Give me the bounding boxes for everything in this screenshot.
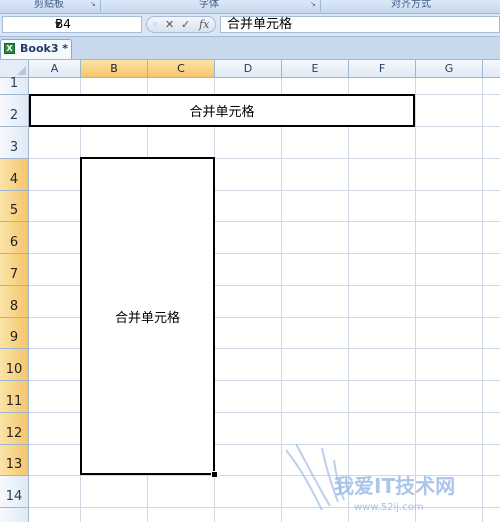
merged-cell-a2-f2[interactable]: 合并单元格: [29, 94, 415, 127]
column-header-b[interactable]: B: [81, 60, 148, 78]
insert-function-icon[interactable]: fx: [199, 17, 209, 32]
row-header-6[interactable]: 6: [0, 222, 29, 254]
column-header-d[interactable]: D: [215, 60, 282, 78]
column-header-h[interactable]: [483, 60, 500, 78]
ribbon-group-labels: 剪贴板 ↘ 字体 ↘ 对齐方式: [0, 0, 500, 14]
row-header-11[interactable]: 11: [0, 381, 29, 413]
ribbon-group-alignment: 对齐方式: [391, 0, 431, 10]
row-header-15[interactable]: [0, 508, 29, 522]
row-header-13[interactable]: 13: [0, 445, 29, 476]
formula-input[interactable]: 合并单元格: [220, 16, 500, 33]
row-header-2[interactable]: 2: [0, 95, 29, 127]
ribbon-group-clipboard: 剪贴板: [34, 0, 64, 10]
formula-bar: B4 ▼ ◦ ✕ ✓ fx 合并单元格: [0, 14, 500, 37]
column-header-a[interactable]: A: [29, 60, 81, 78]
font-launcher-icon[interactable]: ↘: [310, 1, 317, 8]
merged-cell-b4-c13[interactable]: 合并单元格: [80, 157, 215, 475]
enter-icon[interactable]: ✓: [181, 17, 190, 32]
row-header-9[interactable]: 9: [0, 318, 29, 349]
row-header-7[interactable]: 7: [0, 254, 29, 286]
row-header-5[interactable]: 5: [0, 191, 29, 222]
row-header-3[interactable]: 3: [0, 127, 29, 159]
row-header-8[interactable]: 8: [0, 286, 29, 318]
column-header-g[interactable]: G: [416, 60, 483, 78]
row-header-4[interactable]: 4: [0, 159, 29, 191]
excel-icon: X: [4, 43, 15, 54]
workbook-tab[interactable]: X Book3 *: [0, 39, 72, 59]
column-header-f[interactable]: F: [349, 60, 416, 78]
cancel-icon[interactable]: ✕: [165, 17, 174, 32]
workbook-tab-strip: X Book3 *: [0, 37, 500, 60]
row-header-14[interactable]: 14: [0, 476, 29, 508]
column-header-c[interactable]: C: [148, 60, 215, 78]
ribbon-group-font: 字体: [199, 0, 219, 10]
clipboard-launcher-icon[interactable]: ↘: [90, 1, 97, 8]
workbook-tab-label: Book3 *: [20, 42, 69, 55]
name-box-dropdown-icon[interactable]: ▼: [55, 17, 138, 32]
name-box[interactable]: B4 ▼: [2, 16, 142, 33]
row-header-12[interactable]: 12: [0, 413, 29, 445]
worksheet-grid[interactable]: A B C D E F G 1 2 3 4 5 6 7 8 9 10 11 12…: [0, 60, 500, 522]
formula-bar-grip-icon: ◦: [152, 18, 159, 31]
formula-tools: ◦ ✕ ✓ fx: [146, 16, 216, 33]
row-header-10[interactable]: 10: [0, 349, 29, 381]
row-header-1[interactable]: 1: [0, 76, 29, 95]
column-header-e[interactable]: E: [282, 60, 349, 78]
fill-handle[interactable]: [211, 471, 218, 478]
